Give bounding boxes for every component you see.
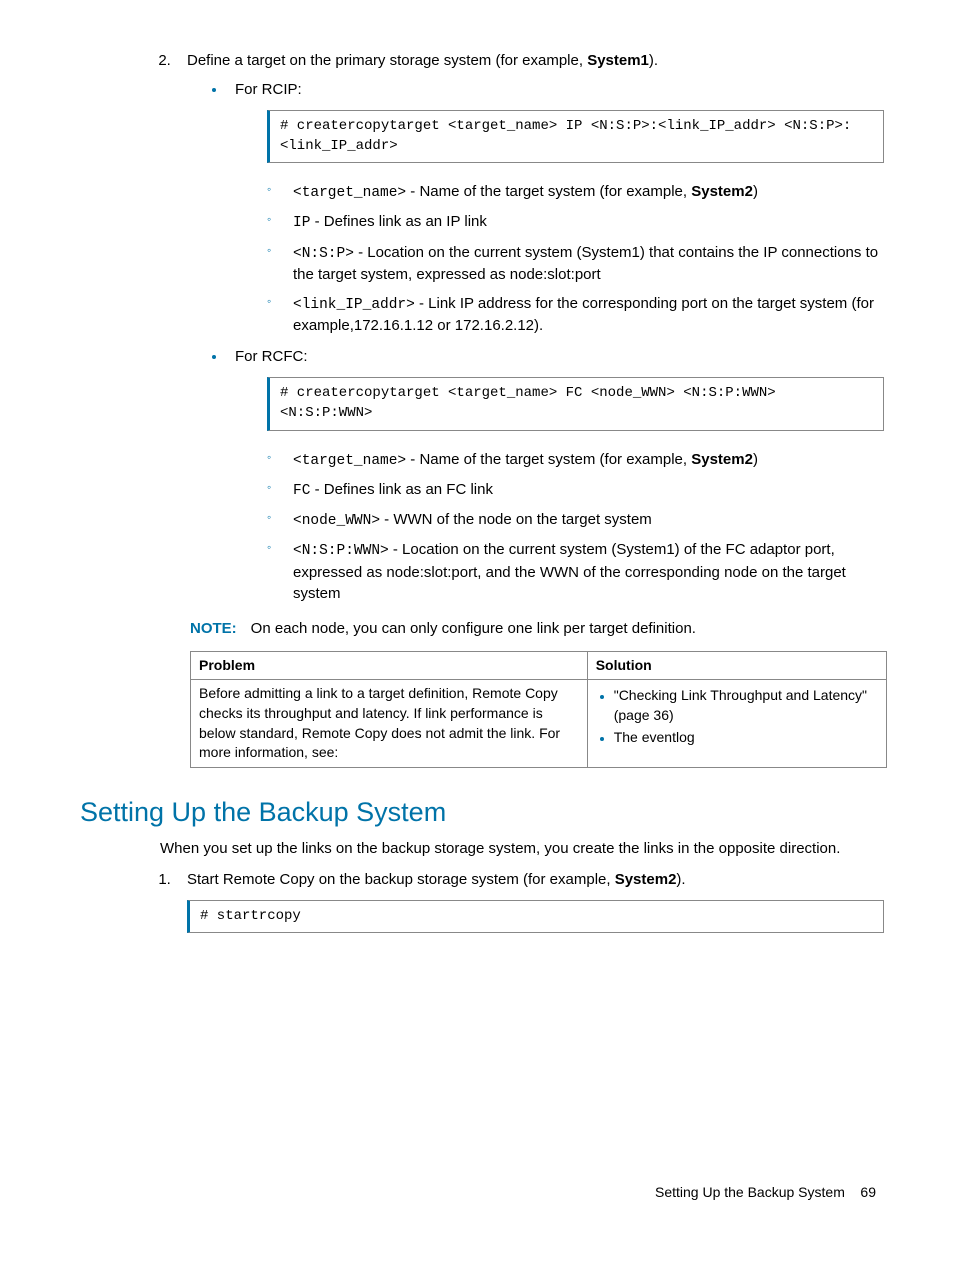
solution-item-2: The eventlog (614, 728, 878, 748)
page-footer: Setting Up the Backup System 69 (80, 1183, 884, 1203)
rcip-target-code: <target_name> (293, 185, 406, 201)
rcip-link-code: <link_IP_addr> (293, 297, 415, 313)
td-problem: Before admitting a link to a target defi… (191, 680, 588, 767)
code-rcip: # creatercopytarget <target_name> IP <N:… (267, 110, 884, 163)
step-2-bold: System1 (587, 52, 649, 69)
rcfc-fc-desc: - Defines link as an FC link (310, 481, 493, 498)
code-startrcopy: # startrcopy (187, 900, 884, 934)
backup-step1-b: ). (676, 871, 685, 888)
rcfc-item-wwn: <node_WWN> - WWN of the node on the targ… (267, 509, 884, 531)
rcfc-item-nsp: <N:S:P:WWN> - Location on the current sy… (267, 539, 884, 603)
section-body-para: When you set up the links on the backup … (160, 838, 884, 859)
rcfc-sublist: <target_name> - Name of the target syste… (235, 449, 884, 604)
backup-step1-a: Start Remote Copy on the backup storage … (187, 871, 615, 888)
backup-step-1: Start Remote Copy on the backup storage … (175, 869, 884, 934)
backup-step1-bold: System2 (615, 871, 677, 888)
rcfc-target-desc-a: - Name of the target system (for example… (406, 451, 691, 468)
th-solution: Solution (587, 651, 886, 680)
bullet-rcfc: For RCFC: # creatercopytarget <target_na… (227, 346, 884, 603)
rcip-target-desc-a: - Name of the target system (for example… (406, 183, 691, 200)
note-label: NOTE: (190, 620, 237, 637)
rcip-target-desc-b: ) (753, 183, 758, 200)
rcfc-item-target: <target_name> - Name of the target syste… (267, 449, 884, 471)
problem-solution-table: Problem Solution Before admitting a link… (190, 651, 887, 768)
step-2-text-b: ). (649, 52, 658, 69)
rcfc-wwn-desc: - WWN of the node on the target system (380, 511, 652, 528)
th-problem: Problem (191, 651, 588, 680)
rcip-sublist: <target_name> - Name of the target syste… (235, 181, 884, 336)
section-heading-backup: Setting Up the Backup System (80, 794, 884, 832)
footer-page-number: 69 (860, 1184, 876, 1200)
rcfc-nsp-code: <N:S:P:WWN> (293, 543, 389, 559)
rcip-item-target: <target_name> - Name of the target syste… (267, 181, 884, 203)
step-2: Define a target on the primary storage s… (175, 50, 884, 604)
rcip-item-nsp: <N:S:P> - Location on the current system… (267, 242, 884, 285)
td-solution: "Checking Link Throughput and Latency" (… (587, 680, 886, 767)
rcfc-item-fc: FC - Defines link as an FC link (267, 479, 884, 501)
rcfc-target-desc-b: ) (753, 451, 758, 468)
step-2-text-a: Define a target on the primary storage s… (187, 52, 587, 69)
solution-item-1: "Checking Link Throughput and Latency" (… (614, 686, 878, 725)
rcip-ip-code: IP (293, 215, 310, 231)
rcip-nsp-desc: - Location on the current system (System… (293, 244, 878, 283)
ordered-list-primary: Define a target on the primary storage s… (80, 50, 884, 604)
rcip-nsp-code: <N:S:P> (293, 246, 354, 262)
rcip-item-link: <link_IP_addr> - Link IP address for the… (267, 293, 884, 336)
note-text: On each node, you can only configure one… (251, 620, 696, 637)
rcip-label: For RCIP: (235, 81, 302, 98)
bullet-rcip: For RCIP: # creatercopytarget <target_na… (227, 79, 884, 336)
note-row: NOTE: On each node, you can only configur… (190, 618, 884, 639)
bullets-protocols: For RCIP: # creatercopytarget <target_na… (187, 79, 884, 604)
rcfc-fc-code: FC (293, 483, 310, 499)
rcfc-target-code: <target_name> (293, 453, 406, 469)
rcip-item-ip: IP - Defines link as an IP link (267, 211, 884, 233)
rcfc-wwn-code: <node_WWN> (293, 513, 380, 529)
rcfc-label: For RCFC: (235, 348, 308, 365)
rcip-ip-desc: - Defines link as an IP link (310, 213, 486, 230)
rcip-target-bold: System2 (691, 183, 753, 200)
footer-title: Setting Up the Backup System (655, 1184, 845, 1200)
code-rcfc: # creatercopytarget <target_name> FC <no… (267, 377, 884, 430)
ordered-list-backup: Start Remote Copy on the backup storage … (80, 869, 884, 934)
rcfc-target-bold: System2 (691, 451, 753, 468)
